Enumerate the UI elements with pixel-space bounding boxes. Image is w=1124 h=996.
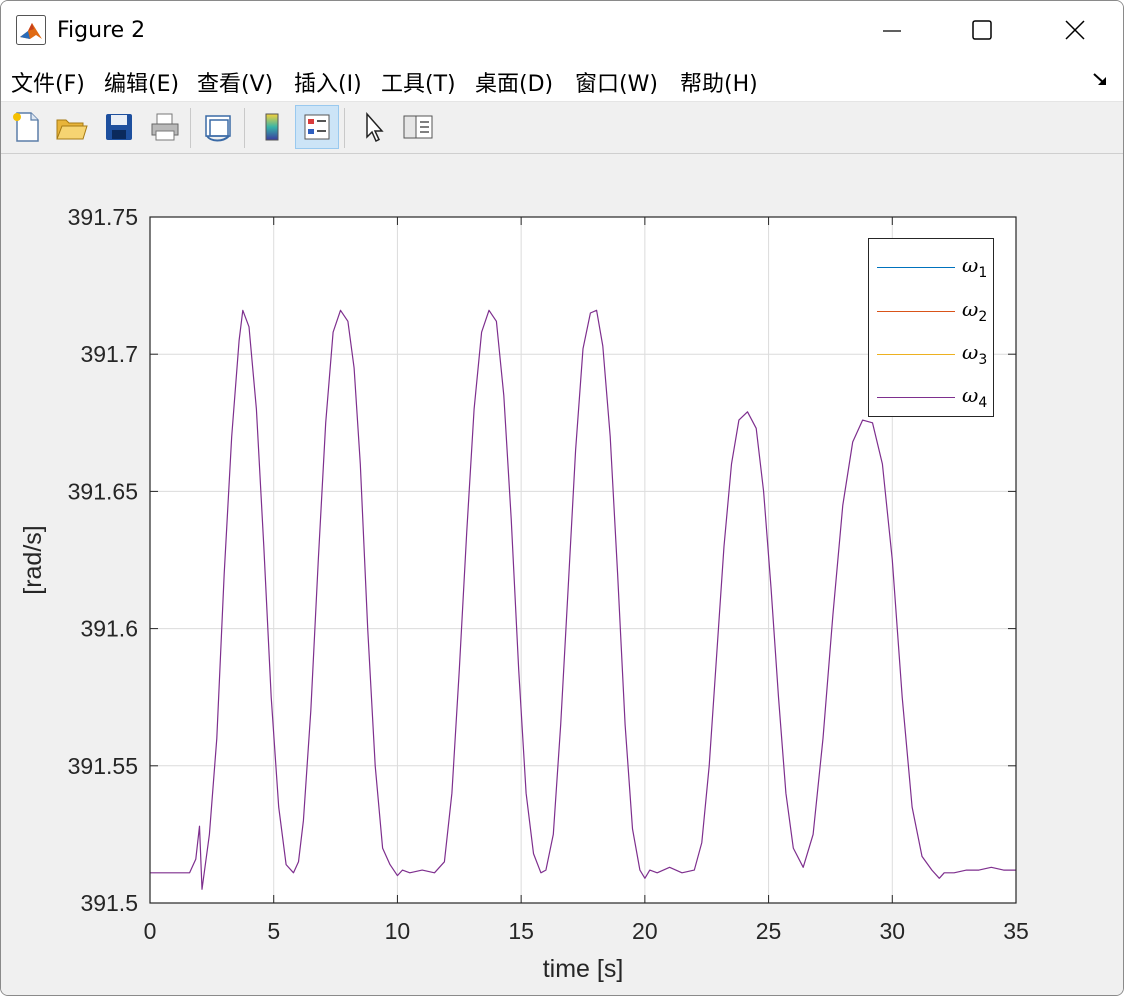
title-bar[interactable]: Figure 2 xyxy=(1,1,1123,59)
legend-swatch xyxy=(877,354,955,355)
close-button[interactable] xyxy=(1029,1,1121,59)
y-tick-label: 391.55 xyxy=(68,753,138,779)
property-inspector-icon xyxy=(403,115,433,139)
legend-subscript: 2 xyxy=(978,309,988,325)
legend-symbol: ω xyxy=(962,253,979,277)
menu-file[interactable]: 文件(F) xyxy=(11,66,85,98)
minimize-icon xyxy=(883,30,901,32)
toolbar-separator xyxy=(344,108,345,148)
window-title: Figure 2 xyxy=(57,18,146,43)
x-tick-label: 20 xyxy=(632,918,658,944)
y-tick-label: 391.6 xyxy=(80,616,138,642)
legend-subscript: 3 xyxy=(978,352,988,368)
maximize-icon xyxy=(972,20,992,40)
open-file-button[interactable] xyxy=(49,105,93,149)
menu-insert[interactable]: 插入(I) xyxy=(294,66,362,98)
legend-icon xyxy=(304,114,330,140)
legend-entry: ω4 xyxy=(869,383,993,413)
menu-window[interactable]: 窗口(W) xyxy=(575,66,658,98)
y-tick-label: 391.65 xyxy=(68,478,138,504)
matlab-icon xyxy=(16,15,46,45)
legend-symbol: ω xyxy=(962,297,979,321)
menu-bar: 文件(F) 编辑(E) 查看(V) 插入(I) 工具(T) 桌面(D) 窗口(W… xyxy=(1,59,1123,102)
legend-subscript: 4 xyxy=(978,395,988,411)
figure-canvas: 0 5 10 15 20 25 30 35 391.5 391.55 391.6 391.65 391.… xyxy=(1,154,1123,995)
print-icon xyxy=(151,113,179,141)
legend-entry: ω1 xyxy=(869,253,993,283)
edit-plot-button[interactable] xyxy=(352,105,396,149)
dock-arrow-icon[interactable] xyxy=(1091,69,1111,89)
menu-tools[interactable]: 工具(T) xyxy=(381,66,456,98)
minimize-button[interactable] xyxy=(846,1,938,59)
y-tick-label: 391.75 xyxy=(68,204,138,230)
y-tick-label: 391.7 xyxy=(80,341,138,367)
x-tick-label: 25 xyxy=(756,918,782,944)
x-tick-label: 15 xyxy=(508,918,534,944)
toolbar xyxy=(1,102,1123,154)
legend-subscript: 1 xyxy=(978,265,988,281)
close-icon xyxy=(1065,20,1085,40)
edit-plot-pointer-icon xyxy=(366,112,384,143)
figure-window: Figure 2 文件(F) 编辑(E) 查看(V) 插入(I) 工具(T) 桌… xyxy=(0,0,1124,996)
y-tick-label: 391.5 xyxy=(80,890,138,916)
print-button[interactable] xyxy=(143,105,187,149)
x-tick-label: 5 xyxy=(267,918,280,944)
x-tick-label: 10 xyxy=(385,918,411,944)
save-icon xyxy=(106,114,132,140)
legend-swatch xyxy=(877,397,955,398)
x-tick-label: 0 xyxy=(144,918,157,944)
new-figure-icon xyxy=(13,112,39,142)
link-plot-button[interactable] xyxy=(196,105,240,149)
legend-button[interactable] xyxy=(295,105,339,149)
colorbar-icon xyxy=(265,113,279,141)
x-tick-label: 35 xyxy=(1003,918,1029,944)
toolbar-separator xyxy=(244,108,245,148)
maximize-button[interactable] xyxy=(936,1,1028,59)
legend-symbol: ω xyxy=(962,340,979,364)
legend-swatch xyxy=(877,267,955,268)
save-button[interactable] xyxy=(97,105,141,149)
legend[interactable]: ω1 ω2 ω3 ω4 xyxy=(868,238,994,417)
toolbar-separator xyxy=(190,108,191,148)
legend-symbol: ω xyxy=(962,383,979,407)
legend-entry: ω3 xyxy=(869,340,993,370)
legend-entry: ω2 xyxy=(869,297,993,327)
property-inspector-button[interactable] xyxy=(396,105,440,149)
menu-view[interactable]: 查看(V) xyxy=(197,66,273,98)
legend-swatch xyxy=(877,311,955,312)
link-plot-icon xyxy=(205,115,231,142)
menu-desktop[interactable]: 桌面(D) xyxy=(475,66,553,98)
new-figure-button[interactable] xyxy=(5,105,49,149)
y-axis-label: [rad/s] xyxy=(19,525,47,594)
x-axis-label: time [s] xyxy=(543,955,624,983)
colorbar-button[interactable] xyxy=(250,105,294,149)
open-file-icon xyxy=(56,119,88,140)
menu-edit[interactable]: 编辑(E) xyxy=(104,66,179,98)
menu-help[interactable]: 帮助(H) xyxy=(680,66,758,98)
x-tick-label: 30 xyxy=(879,918,905,944)
